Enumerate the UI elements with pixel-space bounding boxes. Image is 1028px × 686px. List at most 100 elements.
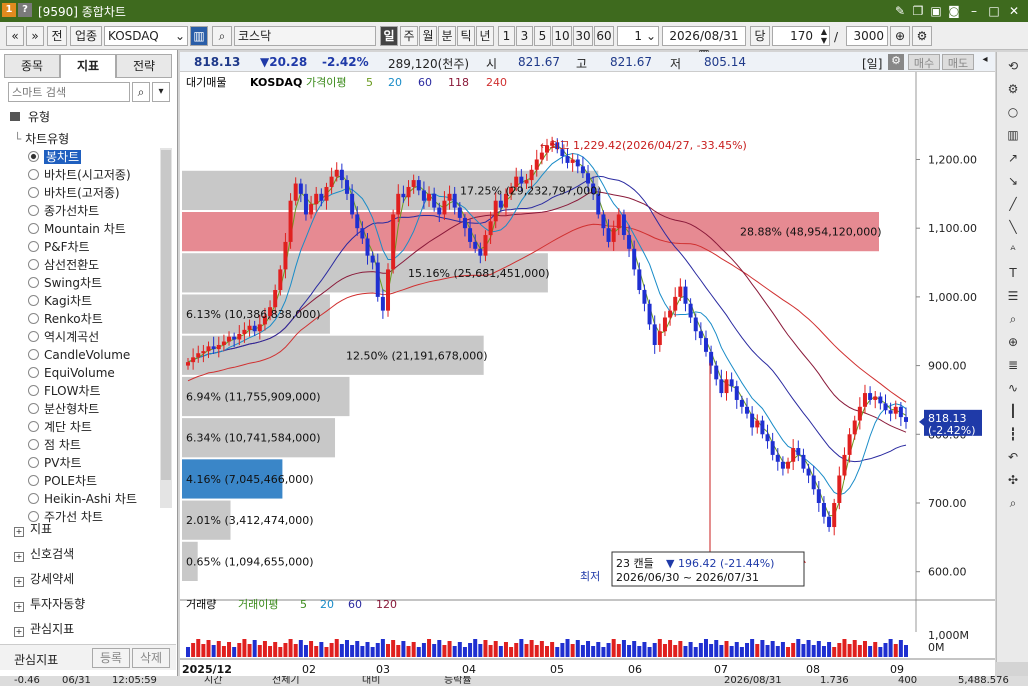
wave-icon[interactable]: ∿	[1003, 378, 1023, 398]
indicator-group[interactable]: + 지표	[14, 520, 186, 538]
radio-icon[interactable]	[28, 331, 39, 342]
chart-type-option[interactable]: 종가선차트	[28, 202, 158, 220]
radio-icon[interactable]	[28, 403, 39, 414]
indicator-group[interactable]: + 강세약세	[14, 570, 186, 588]
count-stepper[interactable]: 170 ▲ ▼	[772, 26, 830, 46]
chart-icon[interactable]: ▥	[1003, 125, 1023, 145]
zoom-in-icon[interactable]: ⊕	[890, 26, 910, 46]
chart-type-option[interactable]: 점 차트	[28, 436, 158, 454]
search-icon[interactable]: ⌕	[212, 26, 232, 46]
zoom-icon[interactable]: ⌕	[1003, 309, 1023, 329]
trend-icon[interactable]: ↗	[1003, 148, 1023, 168]
link-icon[interactable]: ✎	[892, 3, 908, 19]
stepper-icon[interactable]: ▲ ▼	[821, 27, 827, 45]
chart-type-option[interactable]: FLOW차트	[28, 382, 158, 400]
radio-icon[interactable]	[28, 241, 39, 252]
bars2-icon[interactable]: ┇	[1003, 424, 1023, 444]
chart-type-option[interactable]: 분산형차트	[28, 400, 158, 418]
pattern-icon[interactable]: ☰	[1003, 286, 1023, 306]
register-button[interactable]: 등록	[92, 648, 130, 668]
copy-icon[interactable]: ❐	[910, 3, 926, 19]
collapse-icon[interactable]: ◂	[978, 54, 992, 70]
auto-icon[interactable]: ᴬ	[1003, 240, 1023, 260]
chart-type-option[interactable]: 역시계곡선	[28, 328, 158, 346]
main-chart-svg[interactable]: 대기매물 KOSDAQ 가격이평 5 20 60 118 240 1,200.00 1,100.0…	[180, 72, 995, 686]
chart-type-option[interactable]: 봉차트	[28, 148, 158, 166]
radio-icon[interactable]	[28, 259, 39, 270]
refresh-icon[interactable]: ⟲	[1003, 56, 1023, 76]
chart-type-option[interactable]: Kagi차트	[28, 292, 158, 310]
market-button[interactable]: 업종	[70, 26, 102, 46]
scrollbar-thumb[interactable]	[161, 150, 171, 480]
chart-type-option[interactable]: 삼선전환도	[28, 256, 158, 274]
interval-60[interactable]: 60	[594, 26, 614, 46]
radio-icon[interactable]	[28, 295, 39, 306]
buy-button[interactable]: 매도	[942, 54, 974, 70]
delete-button[interactable]: 삭제	[132, 648, 170, 668]
magnet-icon[interactable]: ✣	[1003, 470, 1023, 490]
next-button[interactable]: »	[26, 26, 44, 46]
smart-search-input[interactable]	[8, 82, 130, 102]
period-week[interactable]: 주	[400, 26, 418, 46]
expand-icon[interactable]: +	[14, 527, 24, 537]
subsection-chart-type[interactable]: └ 차트유형	[14, 130, 186, 148]
close-icon[interactable]: ✕	[1006, 3, 1022, 19]
chart-type-option[interactable]: EquiVolume	[28, 364, 158, 382]
period-day[interactable]: 일	[380, 26, 398, 46]
section-type[interactable]: 유형	[10, 108, 182, 126]
chart-area[interactable]: 818.13 ▼20.28 -2.42% 289,120(천주) 시 821.6…	[180, 52, 995, 686]
ray-icon[interactable]: ↘	[1003, 171, 1023, 191]
indicator-group[interactable]: + 신호검색	[14, 545, 186, 563]
radio-icon[interactable]	[28, 367, 39, 378]
radio-icon[interactable]	[28, 313, 39, 324]
radio-icon[interactable]	[28, 187, 39, 198]
chart-type-option[interactable]: Mountain 차트	[28, 220, 158, 238]
help-icon[interactable]: ?	[18, 3, 32, 17]
smart-search-field[interactable]	[9, 83, 127, 101]
expand-icon[interactable]: +	[14, 602, 24, 612]
sell-button[interactable]: 매수	[908, 54, 940, 70]
radio-icon[interactable]	[28, 493, 39, 504]
total-field[interactable]: 3000	[846, 26, 888, 46]
chart-type-option[interactable]: POLE차트	[28, 472, 158, 490]
tab-strategy[interactable]: 전략	[116, 54, 172, 78]
interval-30[interactable]: 30	[573, 26, 593, 46]
bars-icon[interactable]: ┃	[1003, 401, 1023, 421]
circle-icon[interactable]: ○	[1003, 102, 1023, 122]
left-scrollbar[interactable]	[160, 148, 172, 508]
radio-icon[interactable]	[28, 277, 39, 288]
radio-icon[interactable]	[28, 205, 39, 216]
period-year[interactable]: 년	[476, 26, 494, 46]
zoom-plus-icon[interactable]: ⊕	[1003, 332, 1023, 352]
index-type-icon[interactable]: ▥	[190, 26, 208, 46]
minimize-icon[interactable]: –	[966, 3, 982, 19]
period-month[interactable]: 월	[419, 26, 437, 46]
all-button[interactable]: 전	[47, 26, 67, 46]
unit-button[interactable]: 당	[750, 26, 770, 46]
radio-icon[interactable]	[28, 349, 39, 360]
expand-icon[interactable]: +	[14, 552, 24, 562]
chart-type-option[interactable]: 계단 차트	[28, 418, 158, 436]
interval-select[interactable]: 1 ⌄	[617, 26, 659, 46]
camera-icon[interactable]: ◙	[946, 3, 962, 19]
tab-indicator[interactable]: 지표	[60, 54, 116, 78]
chart-type-option[interactable]: Heikin-Ashi 차트	[28, 490, 158, 508]
chart-type-option[interactable]: Swing차트	[28, 274, 158, 292]
radio-icon[interactable]	[28, 457, 39, 468]
interval-10[interactable]: 10	[552, 26, 572, 46]
chart-type-option[interactable]: P&F차트	[28, 238, 158, 256]
interval-5[interactable]: 5	[534, 26, 551, 46]
chart-type-option[interactable]: 바차트(시고저종)	[28, 166, 158, 184]
radio-icon[interactable]	[28, 475, 39, 486]
search-icon[interactable]: ⌕	[1003, 493, 1023, 513]
indicator-group[interactable]: + 투자자동향	[14, 595, 186, 613]
expand-icon[interactable]: +	[14, 627, 24, 637]
period-tick[interactable]: 틱	[457, 26, 475, 46]
radio-icon[interactable]	[28, 223, 39, 234]
tab-stock[interactable]: 종목	[4, 54, 60, 78]
maximize-icon[interactable]: □	[986, 3, 1002, 19]
chart-type-option[interactable]: 바차트(고저종)	[28, 184, 158, 202]
radio-icon[interactable]	[28, 151, 39, 162]
gear-icon[interactable]: ⚙	[1003, 79, 1023, 99]
chart-type-option[interactable]: CandleVolume	[28, 346, 158, 364]
